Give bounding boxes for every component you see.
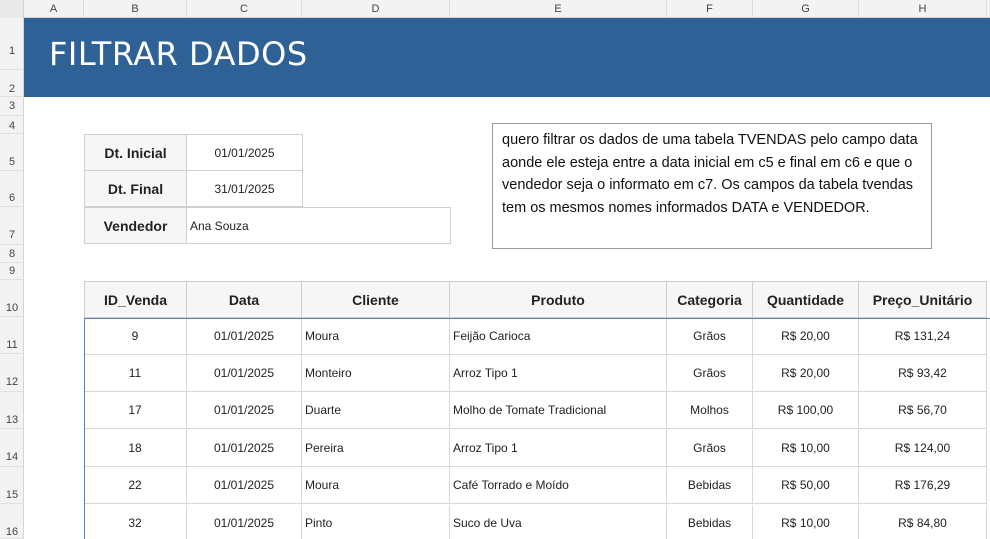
cell-cliente[interactable]: Monteiro: [302, 355, 450, 392]
cell-produto[interactable]: Suco de Uva: [450, 505, 667, 539]
column-header-g[interactable]: G: [753, 0, 859, 18]
title-banner[interactable]: FILTRAR DADOS: [24, 18, 990, 97]
filter-row-dt-inicial: Dt. Inicial 01/01/2025: [84, 134, 303, 171]
vendedor-label: Vendedor: [84, 207, 187, 244]
vendedor-input[interactable]: Ana Souza: [187, 207, 451, 244]
cell-id-venda[interactable]: 18: [84, 430, 187, 467]
dt-final-input[interactable]: 31/01/2025: [187, 170, 303, 207]
cell-cliente[interactable]: Moura: [302, 318, 450, 355]
table-row: 18 01/01/2025 Pereira Arroz Tipo 1 Grãos…: [84, 430, 990, 467]
cell-id-venda[interactable]: 9: [84, 318, 187, 355]
row-header-9[interactable]: 9: [0, 263, 24, 280]
row-header-13[interactable]: 13: [0, 392, 24, 429]
row-header-14[interactable]: 14: [0, 429, 24, 467]
cell-data[interactable]: 01/01/2025: [187, 392, 302, 429]
column-header-b[interactable]: B: [84, 0, 187, 18]
column-header-d[interactable]: D: [302, 0, 450, 18]
row-header-7[interactable]: 7: [0, 207, 24, 245]
table-row: 9 01/01/2025 Moura Feijão Carioca Grãos …: [84, 318, 990, 355]
cell-preco-unitario[interactable]: R$ 176,29: [859, 467, 987, 504]
row-header-5[interactable]: 5: [0, 134, 24, 171]
cell-produto[interactable]: Arroz Tipo 1: [450, 355, 667, 392]
table-row: 22 01/01/2025 Moura Café Torrado e Moído…: [84, 467, 990, 504]
row-header-6[interactable]: 6: [0, 171, 24, 207]
row-header-1[interactable]: 1: [0, 18, 24, 70]
dt-inicial-label: Dt. Inicial: [84, 134, 187, 171]
cell-data[interactable]: 01/01/2025: [187, 505, 302, 539]
filter-row-vendedor: Vendedor Ana Souza: [84, 207, 451, 244]
cell-preco-unitario[interactable]: R$ 124,00: [859, 430, 987, 467]
header-data[interactable]: Data: [187, 281, 302, 318]
cell-cliente[interactable]: Moura: [302, 467, 450, 504]
cell-categoria[interactable]: Bebidas: [667, 467, 753, 504]
header-categoria[interactable]: Categoria: [667, 281, 753, 318]
select-all-corner[interactable]: [0, 0, 24, 18]
cell-categoria[interactable]: Grãos: [667, 430, 753, 467]
cell-quantidade[interactable]: R$ 20,00: [753, 318, 859, 355]
cell-quantidade[interactable]: R$ 20,00: [753, 355, 859, 392]
column-header-e[interactable]: E: [450, 0, 667, 18]
cell-categoria[interactable]: Grãos: [667, 355, 753, 392]
table-row: 32 01/01/2025 Pinto Suco de Uva Bebidas …: [84, 505, 990, 539]
table-row: 17 01/01/2025 Duarte Molho de Tomate Tra…: [84, 392, 990, 429]
column-header-bar: A B C D E F G H: [0, 0, 990, 18]
cell-data[interactable]: 01/01/2025: [187, 318, 302, 355]
cell-cliente[interactable]: Duarte: [302, 392, 450, 429]
row-header-2[interactable]: 2: [0, 70, 24, 97]
row-header-4[interactable]: 4: [0, 116, 24, 134]
filter-row-dt-final: Dt. Final 31/01/2025: [84, 170, 303, 207]
row-header-8[interactable]: 8: [0, 245, 24, 263]
row-header-3[interactable]: 3: [0, 97, 24, 116]
cell-produto[interactable]: Arroz Tipo 1: [450, 430, 667, 467]
row-header-16[interactable]: 16: [0, 504, 24, 539]
header-produto[interactable]: Produto: [450, 281, 667, 318]
column-header-f[interactable]: F: [667, 0, 753, 18]
row-header-15[interactable]: 15: [0, 467, 24, 504]
row-header-12[interactable]: 12: [0, 354, 24, 392]
note-textbox[interactable]: quero filtrar os dados de uma tabela TVE…: [492, 123, 932, 249]
cell-cliente[interactable]: Pinto: [302, 505, 450, 539]
cell-preco-unitario[interactable]: R$ 93,42: [859, 355, 987, 392]
cell-preco-unitario[interactable]: R$ 131,24: [859, 318, 987, 355]
column-header-h[interactable]: H: [859, 0, 987, 18]
cell-quantidade[interactable]: R$ 10,00: [753, 505, 859, 539]
cell-preco-unitario[interactable]: R$ 84,80: [859, 505, 987, 539]
cell-quantidade[interactable]: R$ 100,00: [753, 392, 859, 429]
cell-data[interactable]: 01/01/2025: [187, 355, 302, 392]
cell-quantidade[interactable]: R$ 50,00: [753, 467, 859, 504]
page-title: FILTRAR DADOS: [49, 35, 308, 73]
cell-id-venda[interactable]: 11: [84, 355, 187, 392]
cell-produto[interactable]: Café Torrado e Moído: [450, 467, 667, 504]
dt-final-label: Dt. Final: [84, 170, 187, 207]
cell-produto[interactable]: Molho de Tomate Tradicional: [450, 392, 667, 429]
cell-produto[interactable]: Feijão Carioca: [450, 318, 667, 355]
header-quantidade[interactable]: Quantidade: [753, 281, 859, 318]
row-header-11[interactable]: 11: [0, 317, 24, 354]
cell-data[interactable]: 01/01/2025: [187, 430, 302, 467]
cell-quantidade[interactable]: R$ 10,00: [753, 430, 859, 467]
cell-categoria[interactable]: Molhos: [667, 392, 753, 429]
cell-cliente[interactable]: Pereira: [302, 430, 450, 467]
row-header-bar: 1 2 3 4 5 6 7 8 9 10 11 12 13 14 15 16: [0, 18, 24, 539]
row-header-10[interactable]: 10: [0, 280, 24, 317]
table-row: 11 01/01/2025 Monteiro Arroz Tipo 1 Grão…: [84, 355, 990, 392]
cell-id-venda[interactable]: 32: [84, 505, 187, 539]
cell-categoria[interactable]: Grãos: [667, 318, 753, 355]
column-header-c[interactable]: C: [187, 0, 302, 18]
cell-data[interactable]: 01/01/2025: [187, 467, 302, 504]
cell-preco-unitario[interactable]: R$ 56,70: [859, 392, 987, 429]
cell-id-venda[interactable]: 22: [84, 467, 187, 504]
cell-categoria[interactable]: Bebidas: [667, 505, 753, 539]
cell-id-venda[interactable]: 17: [84, 392, 187, 429]
header-cliente[interactable]: Cliente: [302, 281, 450, 318]
header-preco-unitario[interactable]: Preço_Unitário: [859, 281, 987, 318]
header-id-venda[interactable]: ID_Venda: [84, 281, 187, 318]
column-header-a[interactable]: A: [24, 0, 84, 18]
dt-inicial-input[interactable]: 01/01/2025: [187, 134, 303, 171]
